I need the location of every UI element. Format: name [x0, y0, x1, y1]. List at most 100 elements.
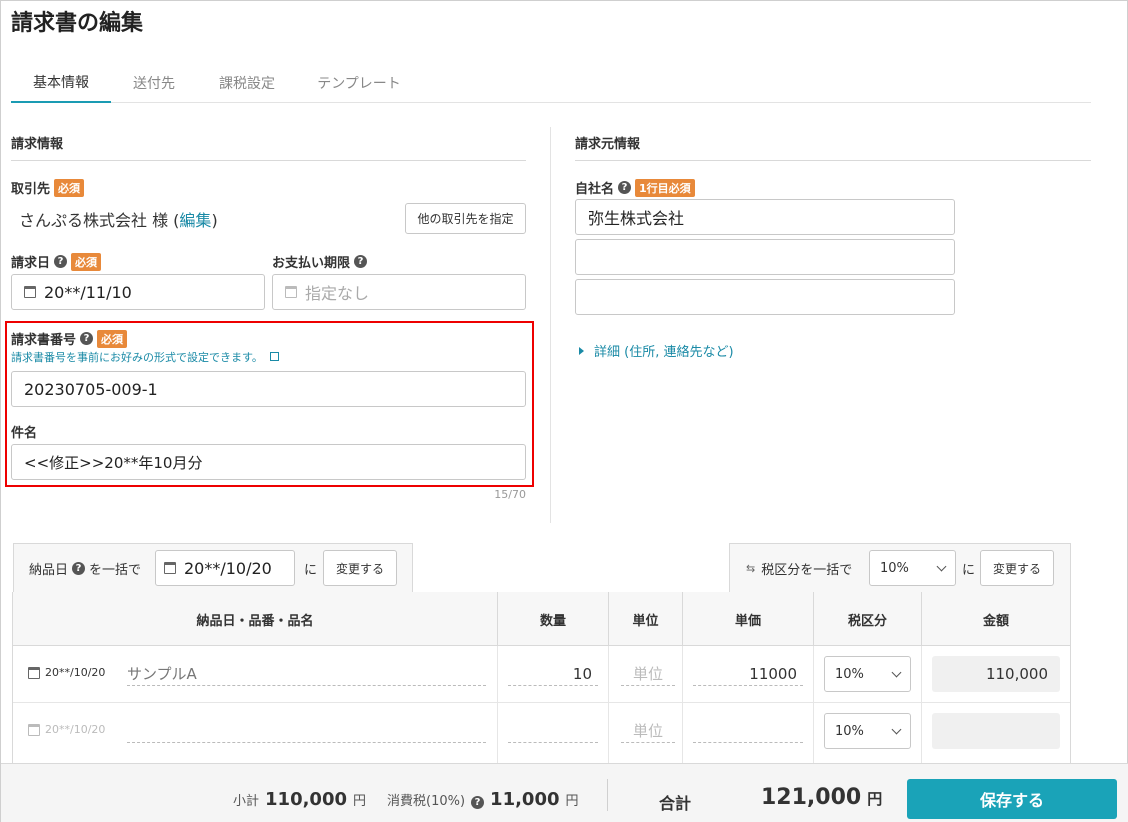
- calendar-icon: [164, 562, 176, 574]
- row1-price-input[interactable]: 11000: [693, 662, 803, 686]
- due-date-input[interactable]: 指定なし: [272, 274, 526, 310]
- tab-destination[interactable]: 送付先: [111, 63, 197, 103]
- due-date-placeholder: 指定なし: [305, 284, 370, 303]
- bulk-tax-select[interactable]: 10%: [869, 550, 956, 586]
- help-icon[interactable]: ?: [72, 562, 86, 575]
- row2-unit-input[interactable]: 単位: [621, 719, 675, 743]
- due-date-label: お支払い期限 ?: [272, 252, 368, 271]
- row2-price-input[interactable]: [693, 719, 803, 743]
- invoice-number-input[interactable]: 20230705-009-1: [11, 371, 526, 407]
- divider: [682, 646, 683, 763]
- divider: [921, 646, 922, 763]
- save-button[interactable]: 保存する: [907, 779, 1117, 819]
- tab-tax-settings[interactable]: 課税設定: [197, 63, 297, 103]
- subtotal-yen: 円: [353, 794, 367, 809]
- tax-total-label: 消費税(10%): [387, 794, 466, 809]
- billing-section-title: 請求情報: [11, 133, 526, 161]
- calendar-icon: [28, 666, 40, 679]
- help-icon[interactable]: ?: [354, 255, 368, 268]
- row1-tax-select[interactable]: 10%: [824, 656, 911, 692]
- subject-char-count: 15/70: [494, 488, 526, 501]
- subject-input[interactable]: <<修正>>20**年10月分: [11, 444, 526, 480]
- bulk-delivery-change-button[interactable]: 変更する: [323, 550, 397, 586]
- external-link-icon: [270, 352, 280, 361]
- invoice-number-hint-link[interactable]: 請求書番号を事前にお好みの形式で設定できます。: [11, 349, 280, 365]
- col-header-item: 納品日・品番・品名: [13, 592, 498, 646]
- calendar-icon: [285, 286, 297, 298]
- grand-total-label: 合計: [659, 794, 692, 813]
- help-icon[interactable]: ?: [54, 255, 68, 268]
- row2-qty-input[interactable]: [508, 719, 598, 743]
- calendar-icon: [28, 723, 40, 736]
- bulk-tax-change-button[interactable]: 変更する: [980, 550, 1054, 586]
- required-badge: 必須: [71, 252, 102, 271]
- row1-date-value: 20**/10/20: [45, 666, 106, 679]
- tax-total: 消費税(10%) ? 11,000 円: [387, 789, 579, 810]
- invoice-date-value: 20**/11/10: [44, 282, 132, 302]
- client-name-text: さんぷる株式会社 様 (: [19, 211, 180, 230]
- bulk-delivery-date-input[interactable]: 20**/10/20: [155, 550, 295, 586]
- divider: [13, 645, 1070, 646]
- company-name-line1-input[interactable]: 弥生株式会社: [575, 199, 955, 235]
- page-title: 請求書の編集: [11, 11, 144, 36]
- bulk-delivery-date-value: 20**/10/20: [184, 558, 272, 578]
- bulk-batch-text: を一括で: [89, 563, 142, 578]
- row2-tax-select[interactable]: 10%: [824, 713, 911, 749]
- row2-name-input[interactable]: [127, 719, 486, 743]
- bulk-delivery-label-text: 納品日: [29, 563, 69, 578]
- client-label: 取引先 必須: [11, 178, 85, 197]
- details-link[interactable]: 詳細 (住所, 連絡先など): [579, 341, 734, 360]
- help-icon[interactable]: ?: [618, 181, 632, 194]
- due-date-label-text: お支払い期限: [272, 256, 351, 271]
- chevron-down-icon: [891, 724, 902, 734]
- subject-label-text: 件名: [11, 426, 38, 441]
- tab-bar: 基本情報 送付先 課税設定 テンプレート: [11, 63, 1091, 103]
- client-name-close: ): [211, 211, 218, 230]
- client-edit-link[interactable]: 編集: [179, 211, 211, 230]
- bulk-tax-value: 10%: [880, 560, 909, 576]
- row1-unit-input[interactable]: 単位: [621, 662, 675, 686]
- tab-template[interactable]: テンプレート: [297, 63, 421, 103]
- subject-label: 件名: [11, 422, 37, 441]
- row2-date[interactable]: 20**/10/20: [28, 723, 105, 736]
- company-name-label-text: 自社名: [575, 182, 615, 197]
- company-name-line2-input[interactable]: [575, 239, 955, 275]
- bulk-delivery-label: 納品日 ? を一括で: [29, 559, 141, 578]
- grand-total-value: 121,000: [761, 785, 862, 810]
- bulk-tax-ni-text: に: [962, 563, 976, 578]
- bulk-tax-label-text: 税区分を一括で: [761, 563, 853, 578]
- row1-name-input[interactable]: サンプルA: [127, 662, 486, 686]
- grand-total: 121,000 円: [761, 785, 882, 810]
- col-header-price: 単価: [683, 592, 814, 646]
- col-header-amount: 金額: [922, 592, 1070, 646]
- tax-total-value: 11,000: [490, 789, 560, 810]
- help-icon[interactable]: ?: [471, 796, 485, 809]
- column-divider: [550, 127, 551, 523]
- chevron-down-icon: [891, 667, 902, 677]
- col-header-unit: 単位: [609, 592, 683, 646]
- other-client-button[interactable]: 他の取引先を指定: [405, 203, 526, 234]
- required-badge: 必須: [97, 329, 128, 348]
- row1-date[interactable]: 20**/10/20: [28, 666, 105, 679]
- row2-amount: [932, 713, 1060, 749]
- divider: [813, 646, 814, 763]
- row1-qty-input[interactable]: 10: [508, 662, 598, 686]
- required-first-line-badge: 1行目必須: [635, 178, 695, 197]
- divider: [497, 646, 498, 763]
- invoice-date-input[interactable]: 20**/11/10: [11, 274, 265, 310]
- divider: [608, 646, 609, 763]
- row2-tax-value: 10%: [835, 723, 864, 739]
- help-icon[interactable]: ?: [80, 332, 94, 345]
- issuer-section-title: 請求元情報: [575, 133, 1091, 161]
- tab-basic-info[interactable]: 基本情報: [11, 63, 111, 103]
- col-header-qty: 数量: [498, 592, 609, 646]
- client-name: さんぷる株式会社 様 (編集): [19, 207, 218, 231]
- invoice-number-hint: 請求書番号を事前にお好みの形式で設定できます。: [11, 351, 263, 364]
- invoice-date-label-text: 請求日: [11, 256, 51, 271]
- company-name-line3-input[interactable]: [575, 279, 955, 315]
- invoice-number-label-text: 請求書番号: [11, 333, 77, 348]
- divider: [607, 779, 608, 811]
- company-name-label: 自社名 ? 1行目必須: [575, 178, 695, 197]
- subtotal-value: 110,000: [265, 789, 347, 810]
- row1-tax-value: 10%: [835, 666, 864, 682]
